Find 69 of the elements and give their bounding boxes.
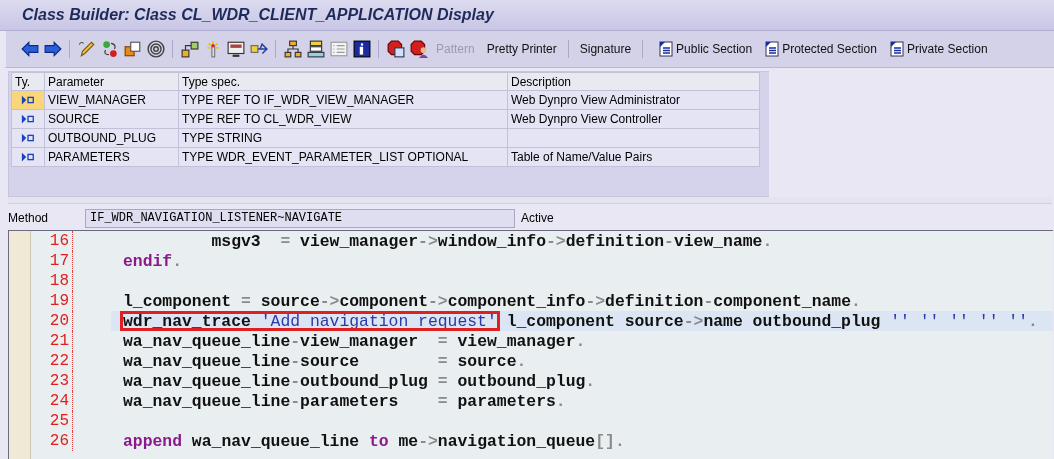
- stop-sign-button[interactable]: [384, 38, 407, 60]
- hierarchy-icon: [180, 40, 199, 58]
- editor-line[interactable]: 19 l_component = source->component->component_info->definition-component_name.: [31, 291, 1053, 311]
- info-button[interactable]: [350, 38, 373, 60]
- code-editor[interactable]: [8, 230, 1053, 459]
- code-line: msgv3 = view_manager->window_info->definition-view_name.: [210, 231, 773, 251]
- code-line: wa_nav_queue_line-source = source.: [123, 351, 527, 371]
- line-number: 18: [31, 271, 73, 291]
- editor-line[interactable]: 25: [31, 411, 1053, 431]
- stack-button[interactable]: [304, 38, 327, 60]
- document-icon: [764, 41, 781, 57]
- document-icon: [658, 41, 675, 57]
- editor-line[interactable]: 22 wa_nav_queue_line-source = source.: [31, 351, 1053, 371]
- arrow-right-icon: [43, 40, 62, 58]
- copy-icon: [123, 40, 142, 58]
- method-field[interactable]: IF_WDR_NAVIGATION_LISTENER~NAVIGATE: [85, 208, 515, 228]
- line-number: 19: [31, 291, 73, 311]
- line-number: 17: [31, 251, 73, 271]
- spiral-icon: [146, 40, 165, 58]
- stack-icon: [306, 40, 325, 58]
- code-line: l_component = source->component->component_info->definition-component_name.: [123, 291, 861, 311]
- line-number: 21: [31, 331, 73, 351]
- editor-line[interactable]: 21 wa_nav_queue_line-view_manager = view_manager.: [31, 331, 1053, 351]
- document-icon: [888, 41, 905, 57]
- line-number: 20: [31, 311, 73, 331]
- cycle-icon: [100, 40, 119, 58]
- tree-icon: [283, 40, 302, 58]
- editor-line[interactable]: 16 msgv3 = view_manager->window_info->definition-view_name.: [31, 231, 1053, 251]
- spiral-button[interactable]: [144, 38, 167, 60]
- editor-line[interactable]: 18: [31, 271, 1053, 291]
- editor-line[interactable]: 17 endif.: [31, 251, 1053, 271]
- line-number: 16: [31, 231, 73, 251]
- toolbar-button[interactable]: Signature: [573, 39, 638, 59]
- column-header: Type spec.: [178, 72, 508, 91]
- code-line: wa_nav_queue_line-parameters = parameters.: [123, 391, 566, 411]
- pencil-icon: [77, 40, 96, 58]
- list-icon: [329, 40, 348, 58]
- info-icon: [352, 40, 371, 58]
- column-header: Parameter: [44, 72, 179, 91]
- section-button[interactable]: Private Section: [886, 38, 990, 60]
- section-button[interactable]: Protected Section: [762, 38, 879, 60]
- section-button[interactable]: Public Section: [656, 38, 755, 60]
- code-line: append wa_nav_queue_line to me->navigation_queue[].: [123, 431, 625, 451]
- stop-sign-icon: [386, 40, 405, 58]
- editor-line[interactable]: 24 wa_nav_queue_line-parameters = parameters.: [31, 391, 1053, 411]
- splitter-handle[interactable]: [8, 197, 1052, 204]
- line-number: 25: [31, 411, 73, 431]
- line-number: 26: [31, 431, 73, 451]
- editor-line[interactable]: 26 append wa_nav_queue_line to me->navigation_queue[].: [31, 431, 1053, 451]
- method-label: Method: [7, 211, 50, 225]
- arrow-left-icon: [20, 40, 39, 58]
- code-line: wa_nav_queue_line-view_manager = view_manager.: [123, 331, 586, 351]
- status-text: Active: [521, 211, 554, 225]
- code-line: wa_nav_queue_line-outbound_plug = outbound_plug.: [123, 371, 596, 391]
- tree-button[interactable]: [281, 38, 304, 60]
- editor-line[interactable]: 23 wa_nav_queue_line-outbound_plug = outbound_plug.: [31, 371, 1053, 391]
- monitor-icon: [226, 40, 245, 58]
- column-header: Ty.: [11, 72, 45, 91]
- stop-sign-person-button[interactable]: [407, 38, 430, 60]
- toolbar-button[interactable]: Pretty Printer: [480, 39, 563, 59]
- line-number: 23: [31, 371, 73, 391]
- column-header: Description: [507, 72, 760, 91]
- code-line: endif.: [123, 251, 183, 271]
- arrow-right-button[interactable]: [41, 38, 64, 60]
- window-title: Class Builder: Class CL_WDR_CLIENT_APPLICATION Display: [22, 6, 494, 24]
- line-number: 22: [31, 351, 73, 371]
- code-line: wdr_nav_trace 'Add navigation request' l_component source->name outbound_plug '' '' '' '' ''.: [123, 311, 1038, 331]
- line-number: 24: [31, 391, 73, 411]
- stop-sign-person-icon: [409, 40, 428, 58]
